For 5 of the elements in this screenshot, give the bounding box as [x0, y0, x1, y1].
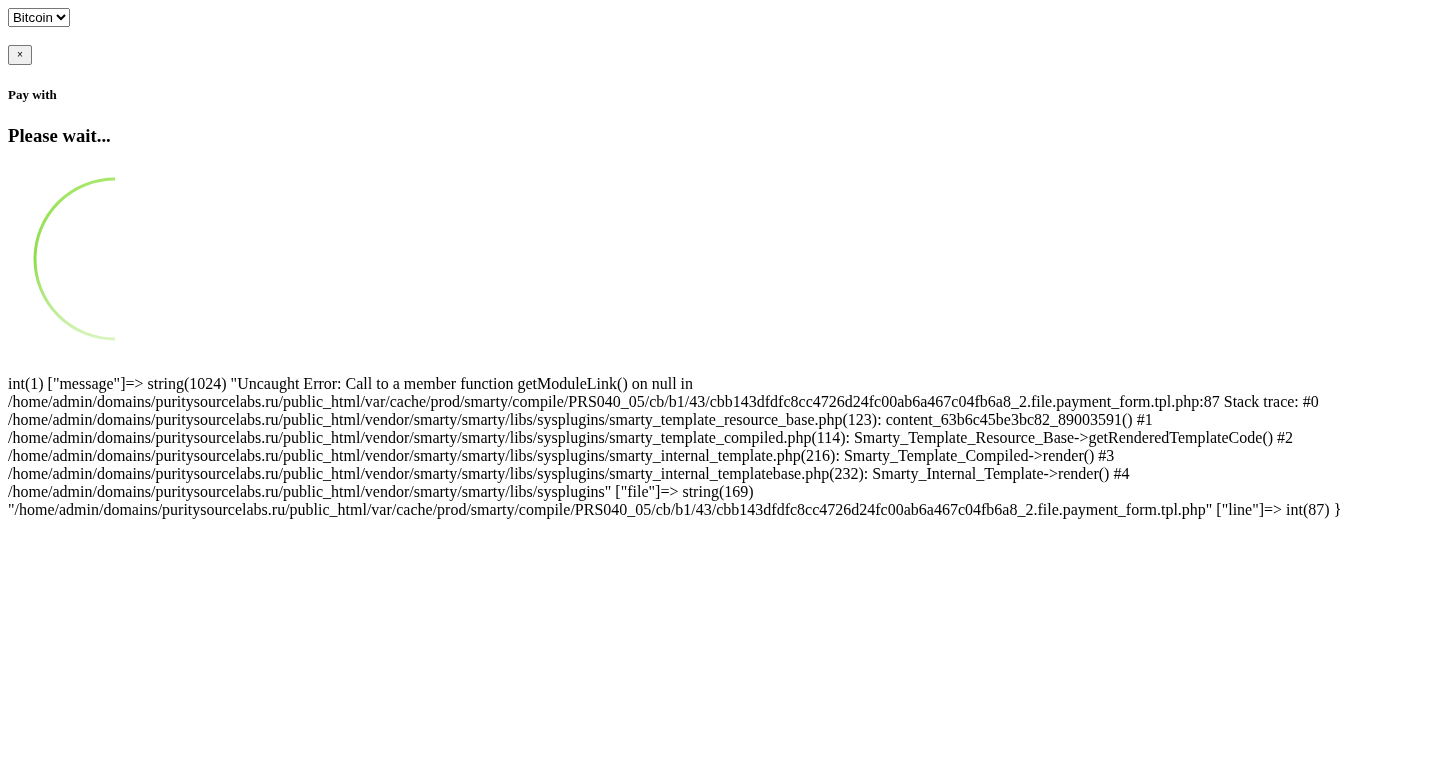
status-heading: Please wait... [8, 124, 112, 147]
close-button[interactable]: × [8, 44, 32, 65]
pay-with-heading: Pay with [8, 86, 58, 103]
error-message: int(1) ["message"]=> string(1024) "Uncaught Error: Call to a member function getModuleLink() on null in /home/admin/domains/puritysourcelabs.ru/public_html/var/cache/prod/smarty/compile/PRS040_05/cb/b1/43/cbb143dfdfc8cc4726d24fc00ab6a467c04fb6a8_2.file.payment_form.tpl.php:87 Stack trace: #0 /home/admin/domains/puritysourcelabs.ru/public_html/vendor/smarty/smarty/libs/sysplugins/smarty_template_resource_base.php(123): content_63b6c45be3bc82_89003591() #1 /home/admin/domains/puritysourcelabs.ru/public_html/vendor/smarty/smarty/libs/sysplugins/smarty_template_compiled.php(114): Smarty_Template_Resource_Base->getRenderedTemplateCode() #2 /home/admin/domains/puritysourcelabs.ru/public_html/vendor/smarty/smarty/libs/sysplugins/smarty_internal_template.php(216): Smarty_Template_Compiled->render() #3 /home/admin/domains/puritysourcelabs.ru/public_html/vendor/smarty/smarty/libs/sysplugins/smarty_internal_templatebase.php(232): Smarty_Internal_Template->render() #4 /home/admin/domains/puritysourcelabs.ru/public_html/vendor/smarty/smarty/libs/sysplugins" ["file"]=> string(169) "/home/admin/domains/puritysourcelabs.ru/public_html/var/cache/prod/smarty/compile/PRS040_05/cb/b1/43/cbb143dfdfc8cc4726d24fc00ab6a467c04fb6a8_2.file.payment_form.tpl.php" ["line"]=> int(87) } [8, 374, 1343, 519]
currency-select[interactable]: Bitcoin [8, 8, 70, 27]
